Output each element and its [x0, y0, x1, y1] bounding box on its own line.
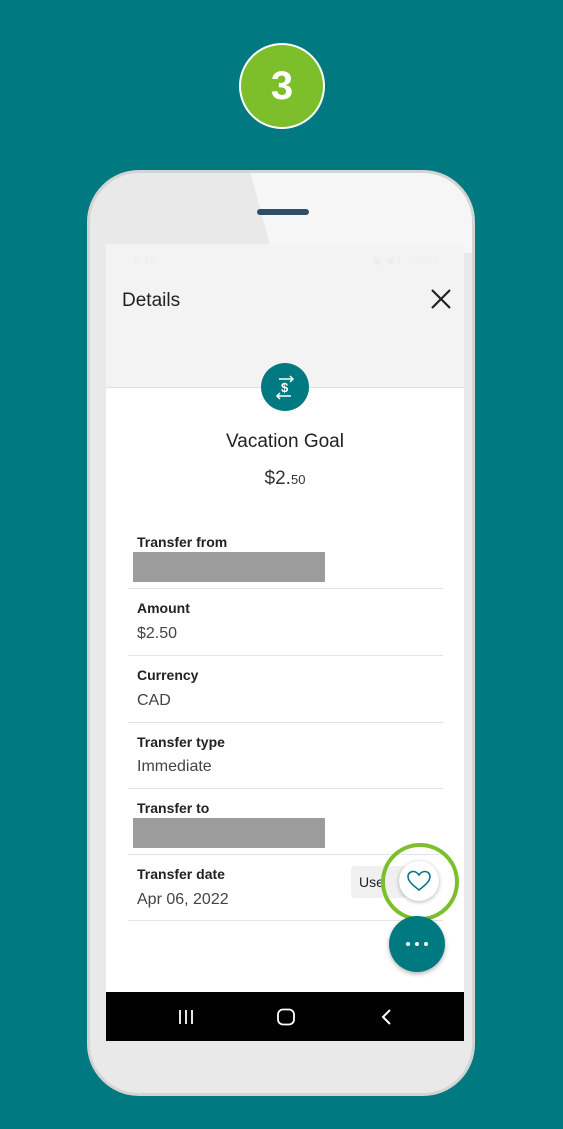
goal-amount-minor: 50 [290, 472, 306, 487]
home-button[interactable] [274, 1005, 298, 1029]
amount-value: $2.50 [137, 625, 178, 642]
transfer-to-label: Transfer to [137, 800, 210, 816]
recents-button[interactable] [174, 1005, 198, 1029]
more-dots-icon [406, 942, 410, 946]
phone-speaker [257, 209, 309, 215]
heart-icon [407, 870, 431, 892]
detail-row-transfer-from: Transfer from [128, 522, 443, 589]
status-time: 2:13 [134, 254, 156, 266]
more-dots-icon [424, 942, 428, 946]
more-dots-icon [415, 942, 419, 946]
transfer-type-value: Immediate [137, 758, 212, 775]
transfer-type-label: Transfer type [137, 734, 225, 750]
goal-amount-major: $2. [264, 468, 291, 489]
currency-value: CAD [137, 692, 171, 709]
status-bar: 2:13 ◉ ◀ ⌇ ⌵ 48% [106, 244, 464, 274]
phone-frame: 2:13 ◉ ◀ ⌇ ⌵ 48% Details $ Vacation Goal… [87, 170, 475, 1096]
step-number-badge: 3 [239, 43, 325, 129]
back-icon [381, 1009, 391, 1025]
home-icon [277, 1008, 295, 1026]
currency-label: Currency [137, 667, 199, 683]
svg-text:$: $ [281, 380, 289, 395]
back-button[interactable] [374, 1005, 398, 1029]
goal-title: Vacation Goal [226, 431, 344, 452]
transfer-to-redacted [133, 818, 325, 848]
detail-row-transfer-type: Transfer type Immediate [128, 722, 443, 789]
page-title: Details [122, 290, 181, 311]
transfer-dollar-icon: $ [261, 363, 309, 411]
goal-amount: $2.50 [106, 468, 464, 490]
amount-label: Amount [137, 600, 190, 616]
detail-row-transfer-to: Transfer to [128, 788, 443, 855]
favorite-button[interactable] [399, 861, 439, 901]
more-options-button[interactable] [389, 916, 445, 972]
transfer-from-label: Transfer from [137, 534, 228, 550]
transfer-from-redacted [133, 552, 325, 582]
recents-icon [179, 1010, 193, 1024]
status-icons: ◉ ◀ ⌇ ⌵ 48% [371, 255, 438, 267]
transfer-date-value: Apr 06, 2022 [137, 891, 229, 908]
transfer-date-label: Transfer date [137, 866, 225, 882]
android-nav-bar [106, 992, 464, 1041]
detail-row-currency: Currency CAD [128, 655, 443, 723]
detail-row-amount: Amount $2.50 [128, 588, 443, 656]
close-button[interactable] [428, 286, 454, 312]
close-icon [431, 289, 451, 309]
app-screen: 2:13 ◉ ◀ ⌇ ⌵ 48% Details $ Vacation Goal… [106, 244, 464, 1041]
